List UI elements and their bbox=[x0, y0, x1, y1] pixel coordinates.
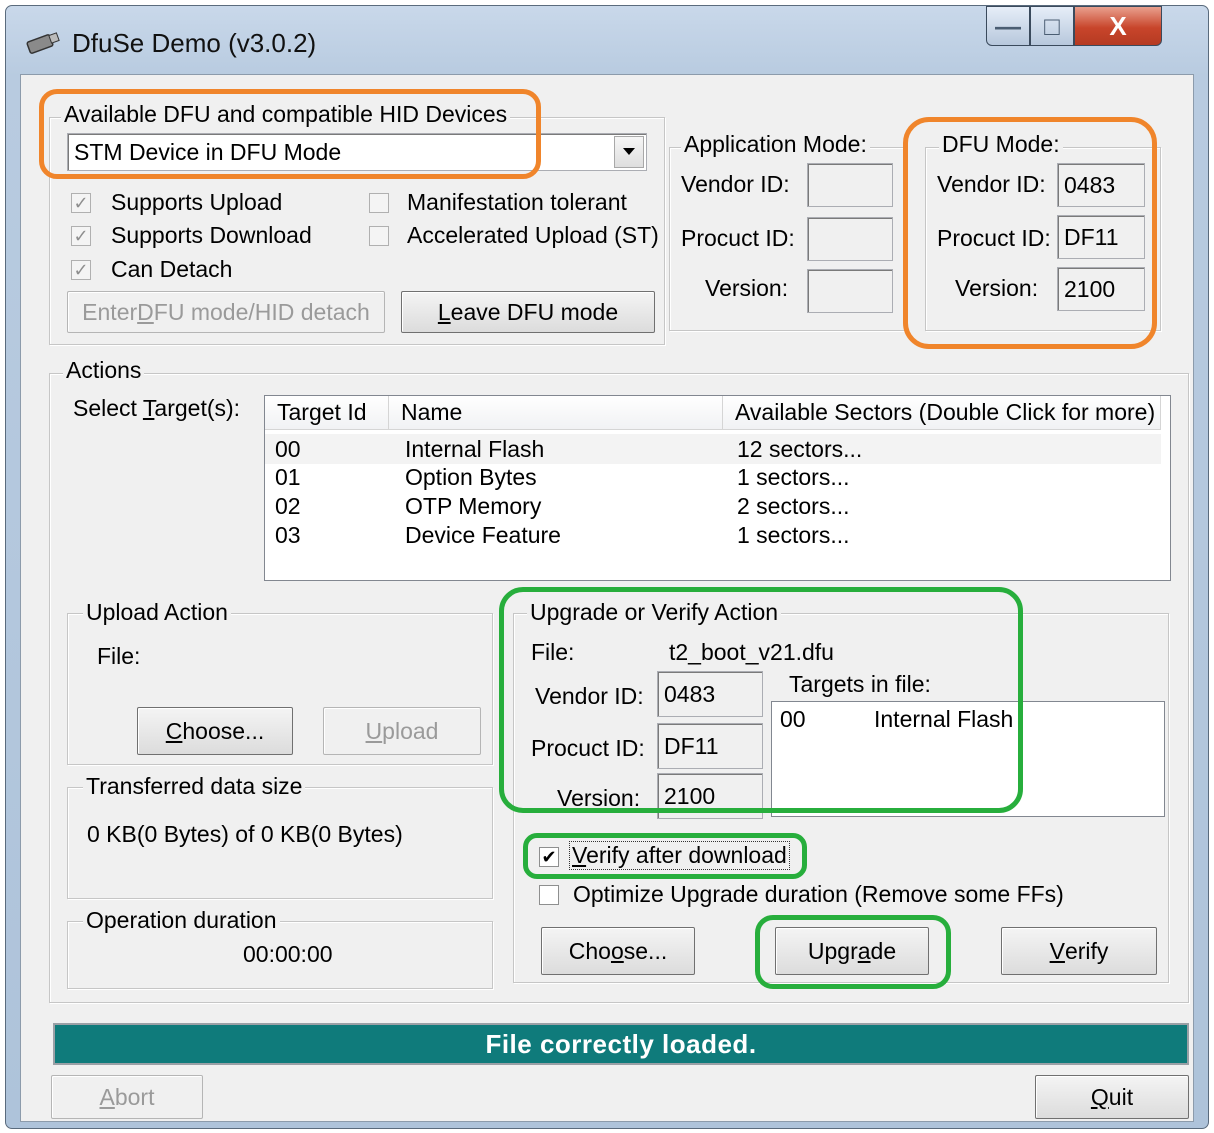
target-sectors-cell: 1 sectors... bbox=[737, 522, 850, 548]
window-title: DfuSe Demo (v3.0.2) bbox=[72, 28, 317, 58]
minimize-icon: — bbox=[995, 10, 1021, 41]
upload-file-label: File: bbox=[97, 643, 141, 669]
enter-dfu-mode-button[interactable]: Enter D FU mode/HID detach bbox=[67, 291, 385, 333]
app-icon bbox=[24, 30, 60, 56]
target-id-cell: 00 bbox=[275, 436, 301, 462]
select-targets-pre: Select bbox=[73, 395, 143, 421]
transferred-size-value: 0 KB(0 Bytes) of 0 KB(0 Bytes) bbox=[87, 821, 403, 847]
upgrade-choose-pre: Cho bbox=[568, 937, 611, 964]
verify-post: erify bbox=[1064, 937, 1109, 964]
title-bar[interactable]: DfuSe Demo (v3.0.2) — □ X bbox=[6, 6, 1208, 74]
supports-upload-checkbox: ✓ bbox=[71, 193, 91, 213]
target-sectors-cell: 12 sectors... bbox=[737, 436, 863, 462]
upload-choose-post: hoose... bbox=[182, 717, 265, 744]
target-name-cell: Internal Flash bbox=[405, 436, 545, 462]
target-name-cell: Option Bytes bbox=[405, 464, 537, 490]
verify-checkbox-highlight-annotation bbox=[523, 833, 807, 879]
target-id-cell: 01 bbox=[275, 464, 301, 490]
checkmark-icon: ✓ bbox=[73, 226, 89, 246]
upload-button[interactable]: Upload bbox=[323, 707, 481, 755]
quit-post: uit bbox=[1108, 1083, 1134, 1110]
accelerated-upload-checkbox bbox=[369, 226, 389, 246]
manifestation-tolerant-label: Manifestation tolerant bbox=[407, 189, 627, 215]
upgrade-choose-key: o bbox=[610, 937, 624, 964]
dfu-mode-highlight-annotation bbox=[903, 117, 1157, 349]
abort-button[interactable]: Abort bbox=[51, 1075, 203, 1119]
select-targets-post: arget(s): bbox=[154, 395, 241, 421]
upgrade-button-highlight-annotation bbox=[755, 915, 951, 989]
column-header-name[interactable]: Name bbox=[389, 396, 723, 430]
app-window: DfuSe Demo (v3.0.2) — □ X Available DFU … bbox=[5, 5, 1209, 1129]
close-icon: X bbox=[1109, 10, 1127, 41]
table-row[interactable]: 00 Internal Flash 12 sectors... bbox=[265, 434, 1161, 464]
leave-dfu-mode-button[interactable]: Leave DFU mode bbox=[401, 291, 655, 333]
leave-dfu-label-post: eave DFU mode bbox=[450, 298, 619, 325]
target-id-cell: 03 bbox=[275, 522, 301, 548]
upload-action-label: Upload Action bbox=[83, 599, 231, 626]
status-bar: File correctly loaded. bbox=[53, 1023, 1189, 1065]
app-product-id-field bbox=[807, 217, 893, 261]
abort-post: bort bbox=[114, 1083, 155, 1110]
upgrade-highlight-annotation bbox=[499, 587, 1023, 813]
upload-post: pload bbox=[382, 717, 439, 744]
dialog-client-area: Available DFU and compatible HID Devices… bbox=[20, 74, 1194, 1122]
upload-choose-button[interactable]: Choose... bbox=[137, 707, 293, 755]
app-version-label: Version: bbox=[705, 275, 789, 301]
accelerated-upload-label: Accelerated Upload (ST) bbox=[407, 222, 659, 248]
supports-download-label: Supports Download bbox=[111, 222, 312, 248]
enter-dfu-label-pre: Enter bbox=[82, 298, 138, 325]
enter-dfu-label-post: FU mode/HID detach bbox=[153, 298, 370, 325]
operation-duration-value: 00:00:00 bbox=[243, 941, 333, 967]
leave-dfu-label-key: L bbox=[437, 298, 451, 325]
verify-button[interactable]: Verify bbox=[1001, 927, 1157, 975]
quit-key: Q bbox=[1090, 1083, 1109, 1110]
table-row[interactable]: 02 OTP Memory 2 sectors... bbox=[265, 493, 1161, 523]
select-targets-key: T bbox=[142, 395, 155, 421]
table-row[interactable]: 01 Option Bytes 1 sectors... bbox=[265, 464, 1161, 494]
target-name-cell: Device Feature bbox=[405, 522, 561, 548]
upgrade-choose-post: se... bbox=[623, 937, 668, 964]
actions-group-label: Actions bbox=[63, 357, 145, 384]
manifestation-tolerant-checkbox bbox=[369, 193, 389, 213]
target-sectors-cell: 1 sectors... bbox=[737, 464, 850, 490]
can-detach-label: Can Detach bbox=[111, 256, 233, 282]
upgrade-choose-button[interactable]: Cho o se... bbox=[541, 927, 695, 975]
checkmark-icon: ✓ bbox=[73, 260, 89, 280]
app-product-id-label: Procuct ID: bbox=[681, 225, 795, 251]
enter-dfu-label-key: D bbox=[137, 298, 154, 325]
target-sectors-cell: 2 sectors... bbox=[737, 493, 850, 519]
upload-key: U bbox=[365, 717, 383, 744]
operation-duration-label: Operation duration bbox=[83, 907, 280, 934]
app-vendor-id-field bbox=[807, 163, 893, 207]
target-id-cell: 02 bbox=[275, 493, 301, 519]
transferred-size-label: Transferred data size bbox=[83, 773, 306, 800]
table-row[interactable]: 03 Device Feature 1 sectors... bbox=[265, 522, 1161, 552]
supports-upload-label: Supports Upload bbox=[111, 189, 283, 215]
abort-key: A bbox=[99, 1083, 115, 1110]
dropdown-arrow-icon[interactable] bbox=[614, 136, 644, 168]
app-version-field bbox=[807, 269, 893, 313]
column-header-target-id[interactable]: Target Id bbox=[265, 396, 389, 430]
device-highlight-annotation bbox=[39, 89, 541, 179]
target-name-cell: OTP Memory bbox=[405, 493, 542, 519]
minimize-button[interactable]: — bbox=[986, 6, 1030, 46]
close-button[interactable]: X bbox=[1074, 6, 1162, 46]
maximize-button[interactable]: □ bbox=[1030, 6, 1074, 46]
targets-list[interactable]: Target Id Name Available Sectors (Double… bbox=[264, 395, 1171, 581]
supports-download-checkbox: ✓ bbox=[71, 226, 91, 246]
app-vendor-id-label: Vendor ID: bbox=[681, 171, 790, 197]
verify-key: V bbox=[1049, 937, 1065, 964]
column-header-sectors[interactable]: Available Sectors (Double Click for more… bbox=[723, 396, 1161, 430]
can-detach-checkbox: ✓ bbox=[71, 260, 91, 280]
application-mode-label: Application Mode: bbox=[681, 131, 870, 158]
quit-button[interactable]: Quit bbox=[1035, 1075, 1189, 1119]
optimize-upgrade-label: Optimize Upgrade duration (Remove some F… bbox=[573, 881, 1064, 907]
select-targets-label: Select Target(s): bbox=[73, 395, 240, 422]
upload-choose-key: C bbox=[165, 717, 183, 744]
checkmark-icon: ✓ bbox=[73, 193, 89, 213]
maximize-icon: □ bbox=[1044, 10, 1060, 41]
optimize-upgrade-checkbox[interactable] bbox=[539, 885, 559, 905]
